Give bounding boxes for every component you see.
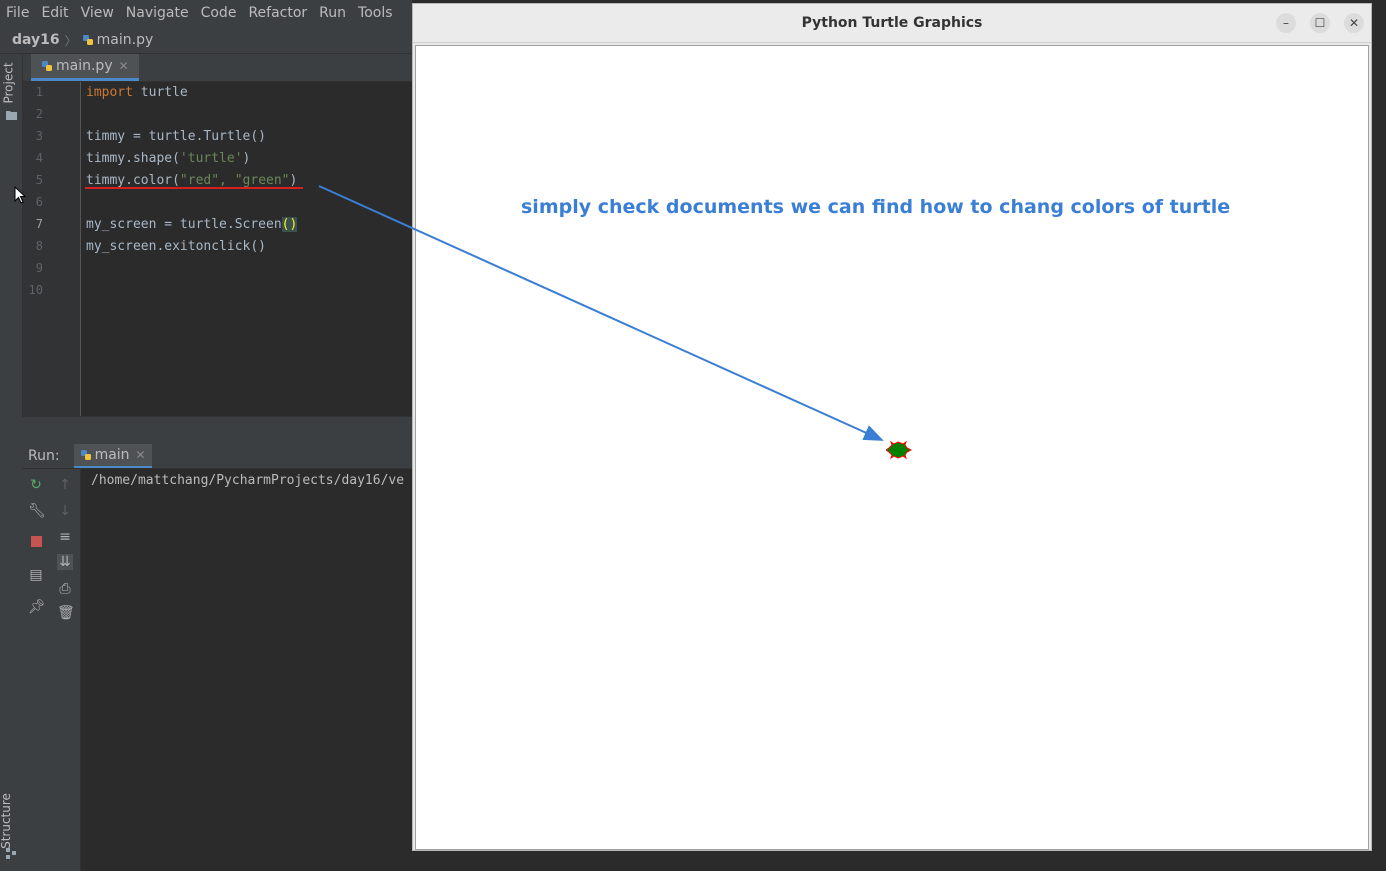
line-number: 1 (35, 85, 43, 99)
line-number-current: 7 (35, 217, 43, 231)
arrow-up-icon[interactable]: ↑ (57, 477, 73, 493)
console-output-line: /home/mattchang/PycharmProjects/day16/ve (91, 473, 405, 488)
tool-window-separator (22, 416, 412, 445)
code-line-1: import turtle (86, 82, 188, 104)
python-file-icon (42, 61, 52, 71)
breadcrumb: day16 〉 main.py (0, 27, 412, 54)
left-tool-strip (0, 54, 23, 871)
folder-icon (6, 111, 17, 120)
close-tab-icon[interactable]: ✕ (119, 59, 129, 73)
python-file-icon (80, 450, 91, 460)
run-toolbar-secondary: ↑ ↓ ≡ ⇊ ⎙ 🗑︎ (51, 469, 81, 871)
menu-bar: File Edit View Navigate Code Refactor Ru… (0, 0, 412, 27)
structure-tool-tab[interactable]: Structure (0, 790, 20, 860)
turtle-shape (886, 440, 912, 460)
scroll-to-end-icon[interactable]: ⇊ (57, 554, 73, 570)
line-number: 6 (35, 195, 43, 209)
breadcrumb-file[interactable]: main.py (97, 32, 154, 48)
run-tab-label: main (94, 447, 130, 463)
line-number: 5 (35, 173, 43, 187)
code-text: ) (289, 173, 298, 188)
menu-code[interactable]: Code (195, 0, 243, 27)
annotation-text: simply check documents we can find how t… (521, 196, 1231, 218)
minimize-button[interactable]: – (1276, 13, 1296, 33)
soft-wrap-icon[interactable]: ≡ (57, 529, 73, 545)
breadcrumb-chevron-icon: 〉 (64, 33, 77, 48)
code-text: timmy.color( (86, 173, 180, 188)
menu-file[interactable]: File (0, 0, 35, 27)
close-run-tab-icon[interactable]: ✕ (136, 448, 146, 462)
menu-view[interactable]: View (75, 0, 120, 27)
code-line-4: timmy.shape('turtle') (86, 148, 250, 170)
line-number: 3 (35, 129, 43, 143)
structure-icon (6, 848, 16, 859)
code-editor[interactable]: import turtle timmy = turtle.Turtle() ti… (81, 82, 412, 416)
red-underline-annotation (85, 187, 303, 189)
matched-paren: () (281, 217, 298, 232)
code-text: ) (242, 151, 251, 166)
tab-main-py[interactable]: main.py ✕ (31, 54, 139, 81)
window-titlebar[interactable]: Python Turtle Graphics – ☐ ✕ (413, 4, 1371, 43)
line-number: 4 (35, 151, 43, 165)
line-number: 9 (35, 261, 43, 275)
menu-tools[interactable]: Tools (352, 0, 399, 27)
menu-refactor[interactable]: Refactor (242, 0, 313, 27)
arrow-down-icon[interactable]: ↓ (57, 503, 73, 519)
turtle-graphics-window[interactable]: Python Turtle Graphics – ☐ ✕ simply chec… (412, 3, 1372, 851)
pin-icon[interactable]: 📌︎ (28, 599, 46, 615)
menu-edit[interactable]: Edit (35, 0, 74, 27)
code-line-3: timmy = turtle.Turtle() (86, 129, 267, 144)
editor-tab-bar: main.py ✕ (23, 54, 412, 82)
code-text: timmy.shape( (86, 151, 180, 166)
run-tab-main[interactable]: main ✕ (73, 444, 152, 468)
run-tool-header: Run: main ✕ (22, 444, 412, 469)
run-toolbar-primary: ↻ 🔧︎ ▤ 📌︎ (22, 469, 51, 871)
menu-navigate[interactable]: Navigate (120, 0, 195, 27)
tab-label: main.py (56, 58, 113, 74)
turtle-canvas[interactable]: simply check documents we can find how t… (415, 45, 1369, 850)
run-label: Run: (28, 448, 60, 464)
stop-icon[interactable] (28, 535, 44, 551)
layout-icon[interactable]: ▤ (28, 567, 44, 583)
mouse-cursor-icon (14, 186, 26, 204)
wrench-icon[interactable]: 🔧︎ (28, 503, 46, 519)
line-number: 8 (35, 239, 43, 253)
print-icon[interactable]: ⎙ (57, 581, 73, 597)
string-literal: "red", "green" (179, 173, 290, 188)
turtle-icon (886, 440, 912, 460)
string-literal: 'turtle' (179, 151, 243, 166)
code-text: turtle (132, 85, 188, 100)
menu-run[interactable]: Run (313, 0, 352, 27)
trash-icon[interactable]: 🗑︎ (57, 605, 75, 621)
line-number-gutter: 1 2 3 4 5 6 7 8 9 10 (23, 82, 81, 416)
line-number: 2 (35, 107, 43, 121)
code-line-8: my_screen.exitonclick() (86, 239, 267, 254)
code-line-7: my_screen = turtle.Screen() (86, 214, 298, 236)
line-number: 10 (28, 283, 43, 297)
project-tool-tab[interactable]: Project (1, 60, 20, 120)
project-tab-label: Project (1, 62, 16, 104)
close-button[interactable]: ✕ (1344, 13, 1364, 33)
maximize-button[interactable]: ☐ (1310, 13, 1330, 33)
keyword: import (86, 85, 133, 100)
breadcrumb-project[interactable]: day16 (0, 32, 60, 48)
rerun-icon[interactable]: ↻ (28, 477, 44, 493)
window-title: Python Turtle Graphics (801, 15, 983, 31)
python-file-icon (82, 35, 93, 45)
run-console[interactable]: /home/mattchang/PycharmProjects/day16/ve (81, 469, 412, 871)
structure-tab-label: Structure (0, 793, 13, 849)
code-text: my_screen = turtle.Screen (86, 217, 282, 232)
